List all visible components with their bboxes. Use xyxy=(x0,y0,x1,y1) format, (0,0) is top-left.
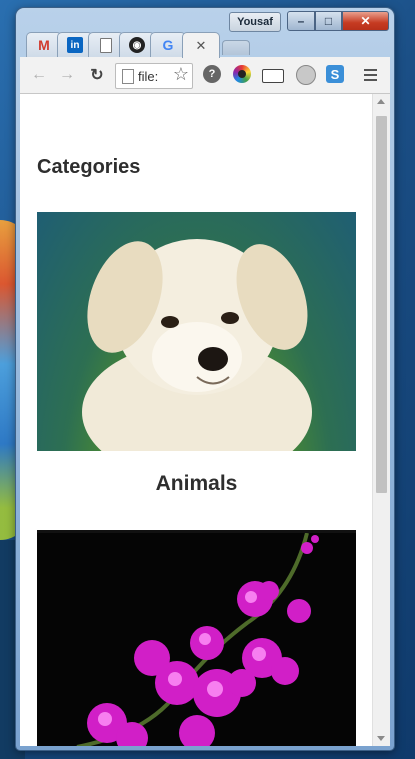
back-button[interactable]: ← xyxy=(28,63,50,87)
category-image-puppy[interactable] xyxy=(37,212,356,451)
browser-toolbar: ← → ↻ file: ☆ ? S xyxy=(20,57,390,94)
reload-button[interactable]: ↻ xyxy=(86,63,108,87)
tab-strip: M in ◉ G ✕ xyxy=(24,32,384,58)
scroll-down-icon[interactable] xyxy=(377,736,385,741)
browser-window: Yousaf – □ ✕ M in ◉ G ✕ ← → ↻ file: ☆ ? … xyxy=(16,8,394,750)
orchid-image xyxy=(76,533,319,746)
category-caption[interactable]: Animals xyxy=(37,472,356,496)
page-title: Categories xyxy=(37,156,141,178)
document-icon xyxy=(100,37,112,53)
page-icon xyxy=(122,68,134,84)
address-bar[interactable]: file: ☆ xyxy=(115,63,193,89)
new-tab-button[interactable] xyxy=(222,40,250,55)
vertical-scrollbar[interactable] xyxy=(372,94,390,746)
ruler-extension-icon[interactable] xyxy=(262,69,284,83)
puppy-image xyxy=(82,239,312,451)
window-controls: – □ ✕ xyxy=(287,11,389,31)
scrollbar-thumb[interactable] xyxy=(376,116,387,493)
scroll-up-icon[interactable] xyxy=(377,99,385,104)
gmail-icon: M xyxy=(38,37,50,53)
close-tab-icon[interactable]: ✕ xyxy=(196,38,207,54)
page-viewport: Categories Animals xyxy=(20,94,390,746)
maximize-button[interactable]: □ xyxy=(315,11,342,31)
bookmark-star-icon[interactable]: ☆ xyxy=(173,64,189,85)
power-extension-icon[interactable] xyxy=(296,65,316,85)
tab-active[interactable]: ✕ xyxy=(182,32,220,58)
linkedin-icon: in xyxy=(67,37,83,53)
forward-button[interactable]: → xyxy=(56,63,78,87)
github-icon: ◉ xyxy=(129,37,145,53)
menu-icon[interactable] xyxy=(362,63,378,87)
google-icon: G xyxy=(162,37,174,53)
close-button[interactable]: ✕ xyxy=(342,11,389,31)
address-text: file: xyxy=(138,68,159,84)
color-picker-extension-icon[interactable] xyxy=(233,65,251,83)
category-image-orchid[interactable] xyxy=(37,530,356,746)
profile-button[interactable]: Yousaf xyxy=(229,12,281,32)
minimize-button[interactable]: – xyxy=(287,11,315,31)
help-extension-icon[interactable]: ? xyxy=(203,65,221,83)
sync-extension-icon[interactable]: S xyxy=(326,65,344,83)
tab-google[interactable]: G xyxy=(150,32,186,57)
page-content: Categories Animals xyxy=(20,94,372,746)
